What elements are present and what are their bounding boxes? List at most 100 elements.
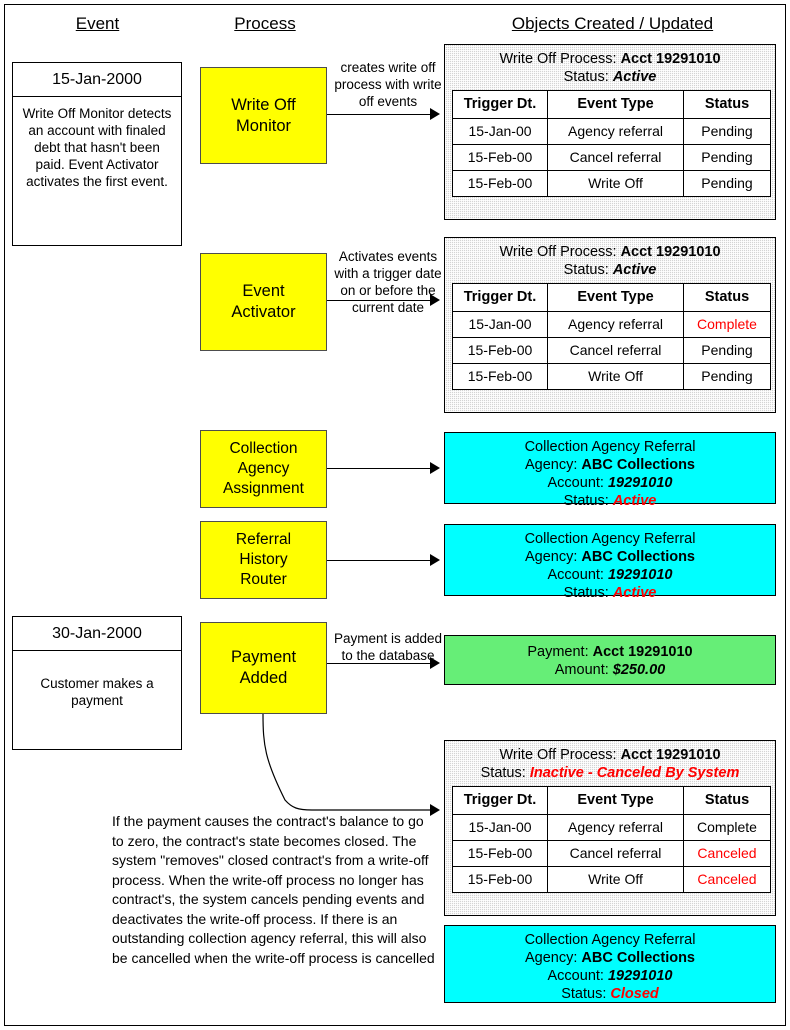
referral-account-label-2: Account: <box>547 567 608 583</box>
panel-status-label-2: Status: <box>563 262 613 278</box>
referral-title-3: Collection Agency Referral <box>524 932 696 948</box>
table-row: 15-Jan-00 Agency referral Complete <box>452 311 771 338</box>
panel-payment-body: Payment: Acct 19291010 Amount: $250.00 <box>451 643 769 679</box>
cell-status: Pending <box>683 144 771 171</box>
cell-status: Pending <box>683 118 771 145</box>
table-row: 15-Feb-00 Cancel referral Pending <box>452 337 771 364</box>
cell-event-type: Write Off <box>547 866 684 893</box>
panel-referral-body-1: Collection Agency Referral Agency: ABC C… <box>451 438 769 510</box>
referral-account-label-3: Account: <box>547 968 608 984</box>
object-panel-collection-referral-3: Collection Agency Referral Agency: ABC C… <box>444 925 776 1003</box>
table-col-header-status: Status <box>683 90 771 119</box>
table-col-header-event-type: Event Type <box>547 786 684 815</box>
object-table-3: Trigger Dt. Event Type Status 15-Jan-00 … <box>452 786 771 893</box>
table-col-header-trigger-dt: Trigger Dt. <box>452 90 548 119</box>
panel-status-value-2: Active <box>612 262 657 278</box>
referral-status-value-3: Closed <box>610 986 659 1002</box>
cell-status: Complete <box>683 814 771 841</box>
cell-status: Complete <box>683 311 771 338</box>
panel-title-1: Write Off Process: Acct 19291010 Status:… <box>452 50 768 86</box>
cell-event-type: Agency referral <box>547 311 684 338</box>
referral-title-1: Collection Agency Referral <box>524 439 696 455</box>
cell-trigger-dt: 15-Feb-00 <box>452 840 548 867</box>
panel-title-prefix-1: Write Off Process: <box>499 51 621 67</box>
table-header-row: Trigger Dt. Event Type Status <box>452 786 771 815</box>
payment-amount-label: Amount: <box>554 662 613 678</box>
table-row: 15-Jan-00 Agency referral Complete <box>452 814 771 841</box>
cell-event-type: Agency referral <box>547 814 684 841</box>
table-col-header-trigger-dt: Trigger Dt. <box>452 786 548 815</box>
payment-label: Payment: <box>527 644 593 660</box>
object-panel-collection-referral-1: Collection Agency Referral Agency: ABC C… <box>444 432 776 509</box>
referral-status-label-3: Status: <box>561 986 611 1002</box>
panel-status-value-1: Active <box>612 69 657 85</box>
table-header-row: Trigger Dt. Event Type Status <box>452 90 771 119</box>
table-col-header-status: Status <box>683 283 771 312</box>
table-col-header-status: Status <box>683 786 771 815</box>
referral-agency-label-3: Agency: <box>524 950 582 966</box>
cell-event-type: Write Off <box>547 363 684 390</box>
cell-trigger-dt: 15-Jan-00 <box>452 118 548 145</box>
cell-trigger-dt: 15-Feb-00 <box>452 363 548 390</box>
table-row: 15-Feb-00 Cancel referral Canceled <box>452 840 771 867</box>
cell-trigger-dt: 15-Feb-00 <box>452 866 548 893</box>
cell-status: Canceled <box>683 866 771 893</box>
panel-title-value-1: Acct 19291010 <box>620 51 721 67</box>
table-header-row: Trigger Dt. Event Type Status <box>452 283 771 312</box>
cell-trigger-dt: 15-Feb-00 <box>452 170 548 197</box>
table-row: 15-Feb-00 Write Off Canceled <box>452 866 771 893</box>
cell-status: Pending <box>683 337 771 364</box>
cell-trigger-dt: 15-Jan-00 <box>452 311 548 338</box>
referral-agency-value-3: ABC Collections <box>581 950 695 966</box>
panel-referral-body-2: Collection Agency Referral Agency: ABC C… <box>451 530 769 602</box>
referral-status-label-1: Status: <box>563 493 613 509</box>
payment-account-value: Acct 19291010 <box>592 644 693 660</box>
referral-status-value-1: Active <box>612 493 657 509</box>
cell-event-type: Agency referral <box>547 118 684 145</box>
object-panel-payment: Payment: Acct 19291010 Amount: $250.00 <box>444 635 776 685</box>
table-row: 15-Jan-00 Agency referral Pending <box>452 118 771 145</box>
object-table-2: Trigger Dt. Event Type Status 15-Jan-00 … <box>452 283 771 390</box>
panel-status-label-3: Status: <box>480 765 530 781</box>
diagram-canvas: Event Process Objects Created / Updated … <box>0 0 790 1030</box>
cell-status: Pending <box>683 363 771 390</box>
referral-title-2: Collection Agency Referral <box>524 531 696 547</box>
cell-event-type: Cancel referral <box>547 840 684 867</box>
panel-title-2: Write Off Process: Acct 19291010 Status:… <box>452 243 768 279</box>
panel-referral-body-3: Collection Agency Referral Agency: ABC C… <box>451 931 769 1003</box>
object-panel-write-off-process-3: Write Off Process: Acct 19291010 Status:… <box>444 740 776 916</box>
cell-trigger-dt: 15-Jan-00 <box>452 814 548 841</box>
panel-title-3: Write Off Process: Acct 19291010 Status:… <box>452 746 768 782</box>
cell-event-type: Cancel referral <box>547 337 684 364</box>
referral-account-value-3: 19291010 <box>607 968 673 984</box>
table-col-header-trigger-dt: Trigger Dt. <box>452 283 548 312</box>
cell-status: Canceled <box>683 840 771 867</box>
panel-title-prefix-3: Write Off Process: <box>499 747 621 763</box>
object-panel-write-off-process-2: Write Off Process: Acct 19291010 Status:… <box>444 237 776 413</box>
referral-agency-label-1: Agency: <box>524 457 582 473</box>
payment-amount-value: $250.00 <box>612 662 666 678</box>
referral-agency-label-2: Agency: <box>524 549 582 565</box>
table-row: 15-Feb-00 Write Off Pending <box>452 170 771 197</box>
cell-event-type: Cancel referral <box>547 144 684 171</box>
panel-title-value-3: Acct 19291010 <box>620 747 721 763</box>
referral-agency-value-2: ABC Collections <box>581 549 695 565</box>
table-row: 15-Feb-00 Cancel referral Pending <box>452 144 771 171</box>
cell-trigger-dt: 15-Feb-00 <box>452 144 548 171</box>
referral-account-value-2: 19291010 <box>607 567 673 583</box>
table-row: 15-Feb-00 Write Off Pending <box>452 363 771 390</box>
referral-status-value-2: Active <box>612 585 657 601</box>
explanatory-note: If the payment causes the contract's bal… <box>112 813 435 966</box>
panel-title-prefix-2: Write Off Process: <box>499 244 621 260</box>
object-panel-write-off-process-1: Write Off Process: Acct 19291010 Status:… <box>444 44 776 220</box>
table-col-header-event-type: Event Type <box>547 90 684 119</box>
object-panel-collection-referral-2: Collection Agency Referral Agency: ABC C… <box>444 524 776 601</box>
object-table-1: Trigger Dt. Event Type Status 15-Jan-00 … <box>452 90 771 197</box>
referral-agency-value-1: ABC Collections <box>581 457 695 473</box>
referral-status-label-2: Status: <box>563 585 613 601</box>
cell-event-type: Write Off <box>547 170 684 197</box>
cell-trigger-dt: 15-Feb-00 <box>452 337 548 364</box>
panel-title-value-2: Acct 19291010 <box>620 244 721 260</box>
panel-status-value-3: Inactive - Canceled By System <box>529 765 740 781</box>
panel-status-label-1: Status: <box>563 69 613 85</box>
